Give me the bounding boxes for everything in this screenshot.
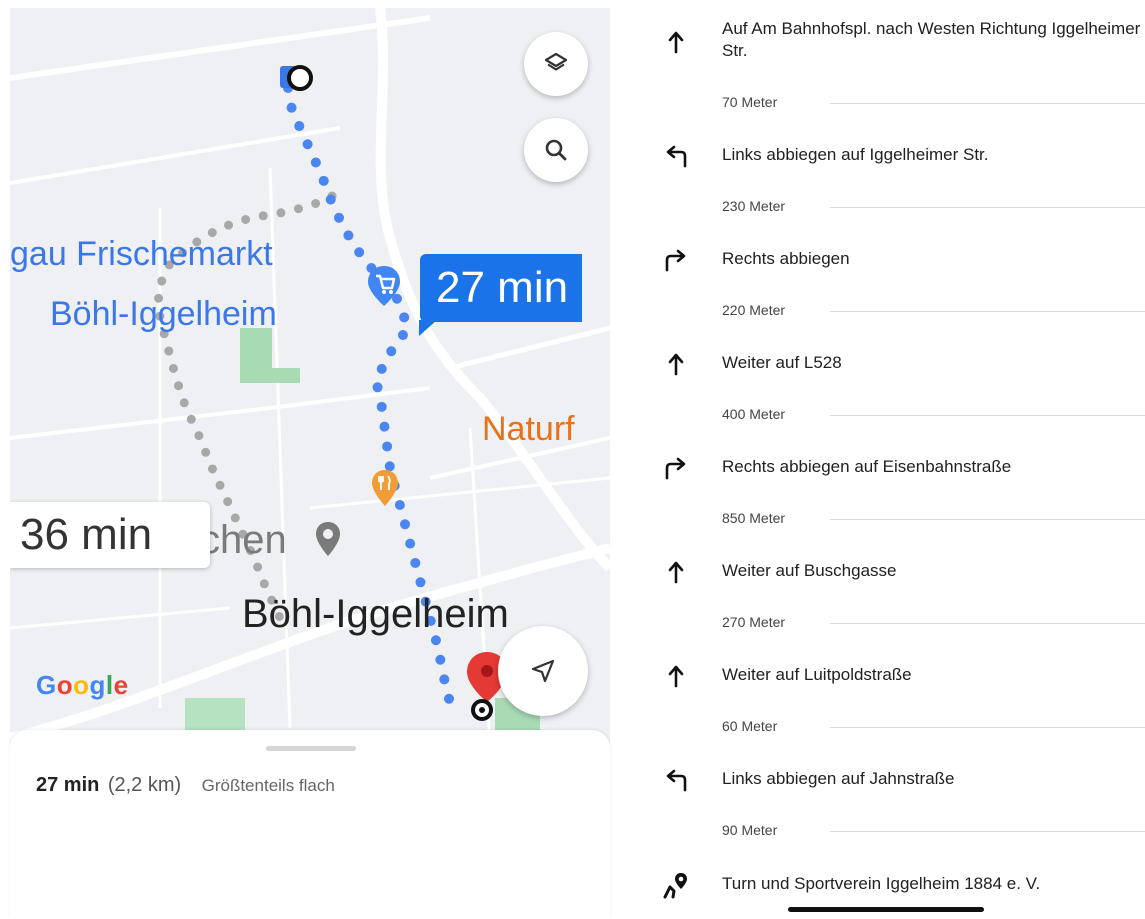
google-logo-letter: g [89, 670, 106, 700]
step-divider [830, 311, 1145, 312]
direction-step[interactable]: Weiter auf L528 400 Meter [620, 322, 1145, 426]
direction-step[interactable]: Rechts abbiegen auf Eisenbahnstraße 850 … [620, 426, 1145, 530]
step-divider [830, 831, 1145, 832]
poi-name-label[interactable]: gau Frischemarkt [10, 235, 273, 273]
step-distance: 850 Meter [722, 510, 786, 526]
arrow-up-icon [658, 24, 694, 60]
route-duration: 27 min [36, 774, 100, 796]
google-logo-letter: G [36, 670, 57, 700]
place-pin-icon[interactable] [314, 520, 342, 558]
google-logo: Google [36, 670, 129, 701]
step-distance: 90 Meter [722, 822, 778, 838]
route-distance: (2,2 km) [107, 774, 182, 796]
google-logo-letter: o [73, 670, 90, 700]
map-view[interactable]: gau Frischemarkt Böhl-Iggelheim Naturf c… [10, 8, 610, 746]
step-distance: 270 Meter [722, 614, 786, 630]
destination-walk-icon [658, 868, 694, 904]
map-panel: gau Frischemarkt Böhl-Iggelheim Naturf c… [0, 0, 622, 919]
step-instruction: Weiter auf L528 [722, 353, 842, 372]
step-distance: 60 Meter [722, 718, 778, 734]
arrow-up-icon [658, 658, 694, 694]
step-distance: 230 Meter [722, 198, 786, 214]
direction-step[interactable]: Links abbiegen auf Jahnstraße 90 Meter [620, 738, 1145, 842]
step-divider [830, 415, 1145, 416]
turn-left-icon [658, 762, 694, 798]
direction-step[interactable]: Auf Am Bahnhofspl. nach Westen Richtung … [620, 10, 1145, 114]
turn-left-icon [658, 138, 694, 174]
step-instruction: Weiter auf Luitpoldstraße [722, 665, 912, 684]
step-instruction: Rechts abbiegen [722, 249, 850, 268]
layers-button[interactable] [524, 32, 588, 96]
arrow-up-icon [658, 554, 694, 590]
destination-name[interactable]: Turn und Sportverein Iggelheim 1884 e. V… [722, 872, 1142, 896]
directions-list[interactable]: Auf Am Bahnhofspl. nach Westen Richtung … [620, 0, 1145, 919]
primary-route-time-badge[interactable]: 27 min [418, 254, 583, 336]
step-divider [830, 727, 1145, 728]
sheet-drag-handle[interactable] [266, 746, 356, 751]
step-divider [830, 103, 1145, 104]
home-indicator[interactable] [788, 907, 984, 912]
direction-step[interactable]: Weiter auf Buschgasse 270 Meter [620, 530, 1145, 634]
navigate-button[interactable] [498, 626, 588, 716]
partial-poi-label[interactable]: chen [200, 518, 287, 563]
arrow-up-icon [658, 346, 694, 382]
search-icon [545, 139, 567, 161]
route-terrain: Größtenteils flach [201, 776, 335, 795]
start-marker-icon[interactable] [276, 62, 322, 100]
alternative-route-time-badge[interactable]: 36 min [10, 502, 210, 568]
navigation-arrow-icon [531, 659, 555, 683]
google-logo-letter: l [105, 670, 114, 700]
step-distance: 400 Meter [722, 406, 786, 422]
step-distance: 70 Meter [722, 94, 778, 110]
step-instruction: Links abbiegen auf Iggelheimer Str. [722, 145, 989, 164]
step-instruction: Weiter auf Buschgasse [722, 561, 897, 580]
google-logo-letter: e [113, 670, 129, 700]
route-summary-sheet[interactable]: 27 min (2,2 km) Größtenteils flach [10, 730, 610, 919]
direction-step[interactable]: Rechts abbiegen 220 Meter [620, 218, 1145, 322]
route-summary: 27 min (2,2 km) Größtenteils flach [36, 774, 335, 797]
step-divider [830, 623, 1145, 624]
direction-step[interactable]: Weiter auf Luitpoldstraße 60 Meter [620, 634, 1145, 738]
restaurant-pin-icon[interactable] [370, 468, 400, 508]
google-logo-letter: o [56, 670, 74, 700]
turn-right-icon [658, 450, 694, 486]
step-instruction: Links abbiegen auf Jahnstraße [722, 769, 955, 788]
town-label: Böhl-Iggelheim [242, 592, 509, 636]
step-instruction: Auf Am Bahnhofspl. nach Westen Richtung … [722, 19, 1141, 60]
layers-icon [544, 52, 568, 71]
step-distance: 220 Meter [722, 302, 786, 318]
shopping-pin-icon[interactable] [366, 264, 402, 308]
direction-step[interactable]: Links abbiegen auf Iggelheimer Str. 230 … [620, 114, 1145, 218]
nature-poi-label[interactable]: Naturf [482, 410, 575, 449]
step-divider [830, 207, 1145, 208]
step-instruction: Rechts abbiegen auf Eisenbahnstraße [722, 457, 1012, 476]
step-divider [830, 519, 1145, 520]
poi-city-label[interactable]: Böhl-Iggelheim [50, 295, 277, 333]
search-button[interactable] [524, 118, 588, 182]
turn-right-icon [658, 242, 694, 278]
